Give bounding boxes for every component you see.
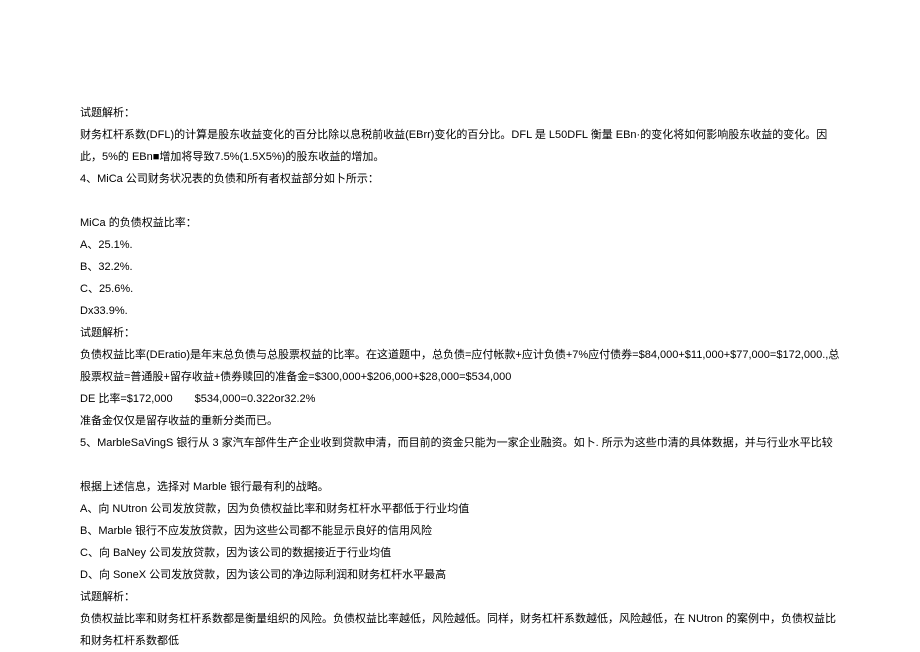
analysis-text-2: 负债权益比率(DEratio)是年末总负债与总股票权益的比率。在这道题中，总负债… (80, 344, 840, 388)
question-5-stem: 5、MarbleSaVingS 银行从 3 家汽车部件生产企业收到贷款申清，而目… (80, 432, 840, 454)
option-b: B、32.2%. (80, 256, 840, 278)
analysis-label-2: 试题解析： (80, 322, 840, 344)
document-body: 试题解析： 财务杠杆系数(DFL)的计算是股东收益变化的百分比除以息税前收益(E… (80, 102, 840, 652)
question-4-prompt: MiCa 的负债权益比率： (80, 212, 840, 234)
analysis-label-1: 试题解析： (80, 102, 840, 124)
reserve-note: 准备金仅仅是留存收益的重新分类而已。 (80, 410, 840, 432)
option-c-2: C、向 BaNey 公司发放贷款，因为该公司的数据接近于行业均值 (80, 542, 840, 564)
option-b-2: B、Marble 银行不应发放贷款，因为这些公司都不能显示良好的信用风险 (80, 520, 840, 542)
question-4-stem: 4、MiCa 公司财务状况表的负债和所有者权益部分如卜所示： (80, 168, 840, 190)
option-d-2: D、向 SoneX 公司发放贷款，因为该公司的净边际利润和财务杠杆水平最高 (80, 564, 840, 586)
question-5-prompt: 根据上述信息，选择对 Marble 银行最有利的战略。 (80, 476, 840, 498)
analysis-label-3: 试题解析： (80, 586, 840, 608)
de-ratio-line: DE 比率=$172,000 $534,000=0.322or32.2% (80, 388, 840, 410)
option-a: A、25.1%. (80, 234, 840, 256)
option-d: Dx33.9%. (80, 300, 840, 322)
blank-line (80, 454, 840, 476)
option-c: C、25.6%. (80, 278, 840, 300)
analysis-text-3: 负债权益比率和财务杠杆系数都是衡量组织的风险。负债权益比率越低，风险越低。同样，… (80, 608, 840, 652)
blank-line (80, 190, 840, 212)
option-a-2: A、向 NUtron 公司发放贷款，因为负债权益比率和财务杠杆水平都低于行业均值 (80, 498, 840, 520)
analysis-text-1: 财务杠杆系数(DFL)的计算是股东收益变化的百分比除以息税前收益(EBrr)变化… (80, 124, 840, 168)
